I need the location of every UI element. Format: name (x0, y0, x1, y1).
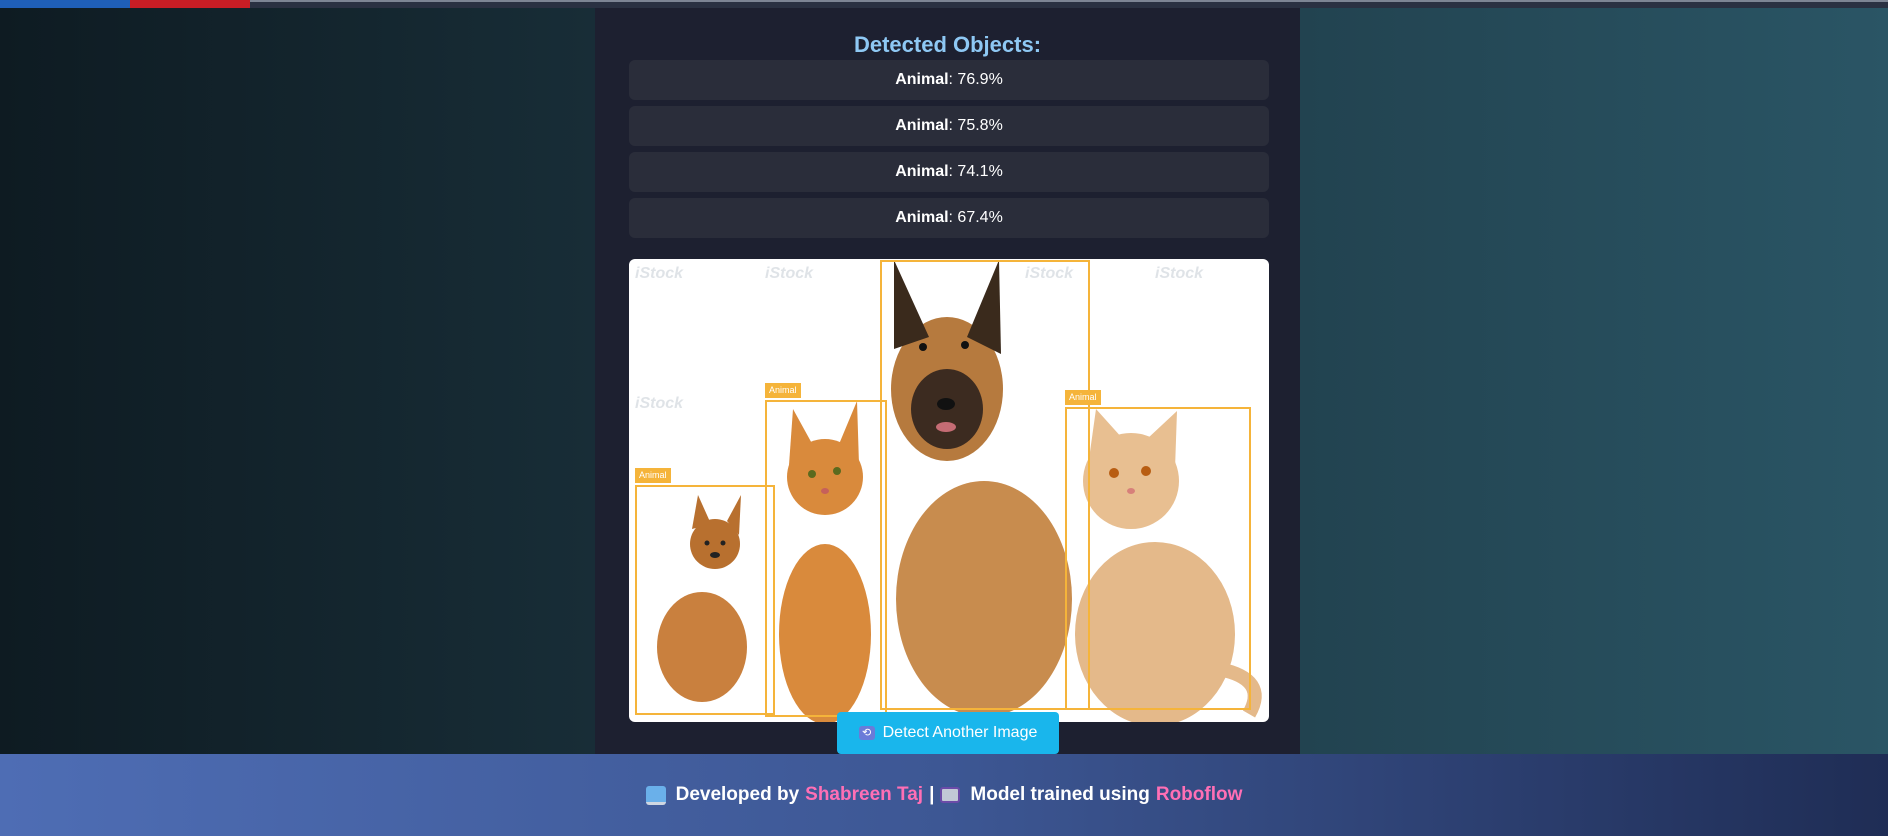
developed-by-text: Developed by (675, 784, 800, 805)
detection-confidence: 67.4% (957, 209, 1003, 226)
top-strip-red (130, 0, 250, 8)
detection-item: Animal: 76.9% (629, 60, 1269, 100)
bounding-box-label: Animal (1065, 390, 1101, 405)
laptop-icon (645, 785, 666, 805)
browser-top-strip (0, 0, 1888, 8)
detect-another-image-button[interactable]: ⟲ Detect Another Image (837, 712, 1059, 754)
bounding-box-label: Animal (635, 468, 671, 483)
detection-item: Animal: 67.4% (629, 198, 1269, 238)
results-heading: Detected Objects: (853, 32, 1042, 57)
detection-item: Animal: 75.8% (629, 106, 1269, 146)
detection-confidence: 74.1% (957, 163, 1003, 180)
roboflow-name: Roboflow (1155, 784, 1243, 805)
developer-name: Shabreen Taj (805, 784, 924, 805)
trained-text: Model trained using (970, 784, 1150, 805)
top-strip-line (250, 0, 1888, 2)
detection-label: Animal (895, 209, 949, 226)
detection-confidence: 76.9% (957, 71, 1003, 88)
robot-icon (940, 787, 961, 803)
detection-confidence: 75.8% (957, 117, 1003, 134)
bounding-box (635, 485, 775, 715)
bounding-box-label: Animal (765, 383, 801, 398)
bounding-box (880, 260, 1090, 710)
detection-label: Animal (895, 71, 949, 88)
detection-label: Animal (895, 117, 949, 134)
refresh-icon: ⟲ (858, 726, 875, 740)
detection-label: Animal (895, 163, 949, 180)
bounding-box (1065, 407, 1251, 710)
bounding-box (765, 400, 887, 717)
detection-item: Animal: 74.1% (629, 152, 1269, 192)
top-strip-blue (0, 0, 130, 8)
detect-another-image-label: Detect Another Image (882, 724, 1038, 741)
footer-separator: | (929, 784, 935, 805)
detection-result-image: iStock iStock iStock iStock iStock Anima… (629, 259, 1269, 722)
results-panel: Detected Objects: Animal: 76.9% Animal: … (595, 8, 1300, 754)
footer: Developed by Shabreen Taj | Model traine… (0, 754, 1888, 836)
